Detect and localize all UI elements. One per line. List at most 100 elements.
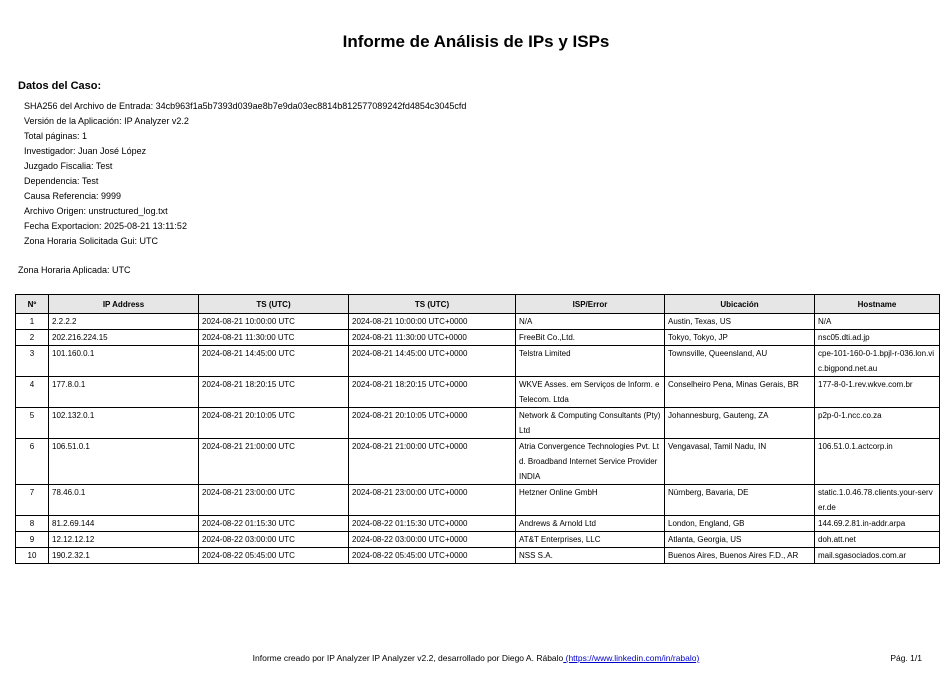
case-sha256: SHA256 del Archivo de Entrada: 34cb963f1… [24, 101, 467, 111]
case-reference: Causa Referencia: 9999 [24, 191, 122, 201]
cell-isp: AT&T Enterprises, LLC [515, 531, 665, 548]
cell-location: Austin, Texas, US [664, 313, 815, 330]
case-app-version: Versión de la Aplicación: IP Analyzer v2… [24, 116, 189, 126]
cell-number: 3 [15, 345, 49, 377]
cell-hostname: mail.sgasociados.com.ar [814, 547, 940, 564]
case-total-pages: Total páginas: 1 [24, 131, 88, 141]
footer-link[interactable]: (https://www.linkedin.com/in/rabalo) [563, 653, 700, 663]
table-row: 1 2.2.2.2 2024-08-21 10:00:00 UTC 2024-08-2… [15, 313, 940, 330]
table-row: 5 102.132.0.1 2024-08-21 20:10:05 UTC 2024-… [15, 407, 940, 439]
case-court: Juzgado Fiscalia: Test [24, 161, 113, 171]
cell-ts-utc: 2024-08-22 01:15:30 UTC [198, 515, 349, 532]
cell-ts-utc: 2024-08-21 14:45:00 UTC [198, 345, 349, 377]
cell-hostname: 177-8-0-1.rev.wkve.com.br [814, 376, 940, 408]
cell-isp: NSS S.A. [515, 547, 665, 564]
table-row: 8 81.2.69.144 2024-08-22 01:15:30 UTC 2024-… [15, 515, 940, 532]
page-number: Pág. 1/1 [890, 653, 922, 663]
table-row: 2 202.216.224.15 2024-08-21 11:30:00 UTC 20… [15, 329, 940, 346]
cell-hostname: static.1.0.46.78.clients.your-server.de [814, 484, 940, 516]
case-data-list: SHA256 del Archivo de Entrada: 34cb963f1… [24, 100, 466, 250]
cell-hostname: doh.att.net [814, 531, 940, 548]
cell-isp: FreeBit Co.,Ltd. [515, 329, 665, 346]
cell-ts-utc: 2024-08-21 11:30:00 UTC [198, 329, 349, 346]
cell-ip: 202.216.224.15 [48, 329, 199, 346]
column-header-ip: IP Address [48, 294, 199, 314]
table-row: 7 78.46.0.1 2024-08-21 23:00:00 UTC 2024-08… [15, 484, 940, 516]
table-row: 6 106.51.0.1 2024-08-21 21:00:00 UTC 2024-0… [15, 438, 940, 485]
table-body: 1 2.2.2.2 2024-08-21 10:00:00 UTC 2024-08-2… [15, 313, 940, 564]
cell-ip: 2.2.2.2 [48, 313, 199, 330]
cell-ts-utc: 2024-08-21 10:00:00 UTC [198, 313, 349, 330]
ip-report-table: Nº IP Address TS (UTC) TS (UTC) ISP/Erro… [15, 294, 940, 564]
column-header-ts-utc-offset: TS (UTC) [348, 294, 516, 314]
case-requested-timezone: Zona Horaria Solicitada Gui: UTC [24, 236, 159, 246]
cell-hostname: 106.51.0.1.actcorp.in [814, 438, 940, 485]
cell-number: 7 [15, 484, 49, 516]
cell-ts-utc: 2024-08-21 18:20:15 UTC [198, 376, 349, 408]
table-row: 4 177.8.0.1 2024-08-21 18:20:15 UTC 2024-08… [15, 376, 940, 408]
table-row: 3 101.160.0.1 2024-08-21 14:45:00 UTC 2024-… [15, 345, 940, 377]
column-header-number: Nº [15, 294, 49, 314]
cell-number: 9 [15, 531, 49, 548]
cell-number: 2 [15, 329, 49, 346]
cell-number: 10 [15, 547, 49, 564]
cell-isp: Hetzner Online GmbH [515, 484, 665, 516]
column-header-location: Ubicación [664, 294, 815, 314]
cell-ip: 12.12.12.12 [48, 531, 199, 548]
cell-ts-utc-offset: 2024-08-21 18:20:15 UTC+0000 [348, 376, 516, 408]
cell-location: Johannesburg, Gauteng, ZA [664, 407, 815, 439]
cell-ip: 101.160.0.1 [48, 345, 199, 377]
cell-location: Townsville, Queensland, AU [664, 345, 815, 377]
case-export-date: Fecha Exportacion: 2025-08-21 13:11:52 [24, 221, 187, 231]
cell-isp: WKVE Asses. em Serviços de Inform. e Tel… [515, 376, 665, 408]
cell-hostname: nsc05.dti.ad.jp [814, 329, 940, 346]
cell-ip: 190.2.32.1 [48, 547, 199, 564]
cell-ip: 78.46.0.1 [48, 484, 199, 516]
cell-ts-utc: 2024-08-22 05:45:00 UTC [198, 547, 349, 564]
table-row: 9 12.12.12.12 2024-08-22 03:00:00 UTC 2024-… [15, 531, 940, 548]
cell-ts-utc: 2024-08-21 23:00:00 UTC [198, 484, 349, 516]
cell-ip: 81.2.69.144 [48, 515, 199, 532]
cell-location: Vengavasal, Tamil Nadu, IN [664, 438, 815, 485]
cell-location: Tokyo, Tokyo, JP [664, 329, 815, 346]
case-investigator: Investigador: Juan José López [24, 146, 147, 156]
column-header-ts-utc: TS (UTC) [198, 294, 349, 314]
cell-number: 6 [15, 438, 49, 485]
cell-ip: 106.51.0.1 [48, 438, 199, 485]
case-data-heading: Datos del Caso: [18, 80, 102, 92]
case-department: Dependencia: Test [24, 176, 99, 186]
cell-ts-utc-offset: 2024-08-21 20:10:05 UTC+0000 [348, 407, 516, 439]
cell-ts-utc: 2024-08-22 03:00:00 UTC [198, 531, 349, 548]
cell-hostname: N/A [814, 313, 940, 330]
cell-isp: N/A [515, 313, 665, 330]
cell-ts-utc-offset: 2024-08-21 11:30:00 UTC+0000 [348, 329, 516, 346]
cell-number: 1 [15, 313, 49, 330]
cell-isp: Atria Convergence Technologies Pvt. Ltd.… [515, 438, 665, 485]
cell-ip: 177.8.0.1 [48, 376, 199, 408]
cell-number: 8 [15, 515, 49, 532]
applied-timezone: Zona Horaria Aplicada: UTC [18, 265, 131, 275]
cell-ip: 102.132.0.1 [48, 407, 199, 439]
cell-ts-utc-offset: 2024-08-21 23:00:00 UTC+0000 [348, 484, 516, 516]
cell-location: Conselheiro Pena, Minas Gerais, BR [664, 376, 815, 408]
column-header-hostname: Hostname [814, 294, 940, 314]
cell-isp: Network & Computing Consultants (Pty) Lt… [515, 407, 665, 439]
case-source-file: Archivo Origen: unstructured_log.txt [24, 206, 168, 216]
cell-location: London, England, GB [664, 515, 815, 532]
table-header-row: Nº IP Address TS (UTC) TS (UTC) ISP/Erro… [15, 294, 940, 314]
cell-location: Atlanta, Georgia, US [664, 531, 815, 548]
footer: Informe creado por IP Analyzer IP Analyz… [0, 653, 952, 663]
cell-hostname: 144.69.2.81.in-addr.arpa [814, 515, 940, 532]
table-row: 10 190.2.32.1 2024-08-22 05:45:00 UTC 2024-… [15, 547, 940, 564]
cell-ts-utc: 2024-08-21 20:10:05 UTC [198, 407, 349, 439]
cell-number: 5 [15, 407, 49, 439]
cell-isp: Andrews & Arnold Ltd [515, 515, 665, 532]
cell-ts-utc-offset: 2024-08-22 03:00:00 UTC+0000 [348, 531, 516, 548]
cell-number: 4 [15, 376, 49, 408]
report-title: Informe de Análisis de IPs y ISPs [342, 32, 610, 51]
cell-location: Buenos Aires, Buenos Aires F.D., AR [664, 547, 815, 564]
column-header-isp: ISP/Error [515, 294, 665, 314]
cell-isp: Telstra Limited [515, 345, 665, 377]
cell-location: Nürnberg, Bavaria, DE [664, 484, 815, 516]
cell-ts-utc: 2024-08-21 21:00:00 UTC [198, 438, 349, 485]
